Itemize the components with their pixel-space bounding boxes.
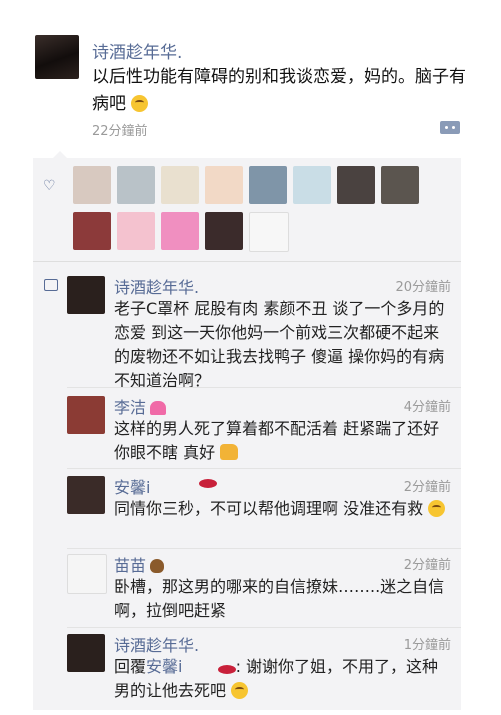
commenter-avatar[interactable] — [67, 634, 105, 672]
commenter-avatar[interactable] — [67, 276, 105, 314]
comment-item[interactable]: 李洁 4分鐘前 这样的男人死了算着都不配活着 赶紧踹了还好你眼不瞎 真好 — [33, 394, 461, 464]
lips-icon — [199, 479, 217, 488]
comment-time: 2分鐘前 — [403, 480, 451, 495]
smile-emoji-icon — [131, 95, 149, 112]
comment-item[interactable]: 苗苗 2分鐘前 卧槽，那这男的哪来的自信撩妹……..迷之自信啊，拉倒吧赶紧 — [33, 552, 461, 622]
interaction-panel: ♡ 诗酒趁年华. 20分鐘前 老子C罩杯 屁股有肉 素颜不丑 谈了一个多月的恋爱… — [33, 151, 461, 710]
liker-avatar[interactable] — [161, 166, 199, 204]
comment-divider — [67, 387, 461, 388]
author-avatar[interactable] — [35, 35, 79, 79]
commenter-name[interactable]: 苗苗 — [114, 552, 165, 576]
moment-post: 诗酒趁年华. 以后性功能有障碍的别和我谈恋爱，妈的。脑子有病吧 22分鐘前 — [0, 0, 501, 139]
comment-divider — [67, 468, 461, 469]
comment-text: 这样的男人死了算着都不配活着 赶紧踹了还好你眼不瞎 真好 — [114, 417, 454, 465]
comment-text: 回覆安馨i : 谢谢你了姐，不用了，这种男的让他去死吧 — [114, 655, 454, 703]
heart-outline-icon: ♡ — [43, 178, 56, 194]
liker-avatar[interactable] — [205, 212, 243, 250]
post-time: 22分鐘前 — [92, 124, 148, 139]
post-author-name[interactable]: 诗酒趁年华. — [92, 38, 182, 63]
comment-time: 20分鐘前 — [395, 280, 451, 295]
comment-text: 老子C罩杯 屁股有肉 素颜不丑 谈了一个多月的恋爱 到这一天你他妈一个前戏三次都… — [114, 299, 445, 390]
comment-text: 同情你三秒，不可以帮他调理啊 没准还有救 — [114, 497, 454, 521]
comment-text-content: 这样的男人死了算着都不配活着 赶紧踹了还好你眼不瞎 真好 — [114, 419, 440, 462]
liker-avatar[interactable] — [293, 166, 331, 204]
reply-prefix: 回覆 — [114, 657, 147, 676]
liker-avatar[interactable] — [205, 166, 243, 204]
smile-emoji-icon — [231, 682, 249, 699]
liker-avatar[interactable] — [337, 166, 375, 204]
commenter-name-text[interactable]: 安馨i — [114, 478, 150, 497]
comment-time: 4分鐘前 — [403, 400, 451, 415]
liker-avatar[interactable] — [117, 212, 155, 250]
comment-time: 1分鐘前 — [403, 638, 451, 653]
lips-icon — [217, 665, 236, 674]
comment-text-content: 同情你三秒，不可以帮他调理啊 没准还有救 — [114, 499, 424, 518]
thumbs-up-icon — [220, 444, 239, 460]
liker-avatar[interactable] — [249, 212, 289, 252]
comment-time: 2分鐘前 — [403, 558, 451, 573]
commenter-name[interactable]: 安馨i — [114, 474, 150, 498]
comment-text: 卧槽，那这男的哪来的自信撩妹……..迷之自信啊，拉倒吧赶紧 — [114, 577, 445, 620]
sweat-emoji-icon — [428, 500, 446, 517]
commenter-avatar[interactable] — [67, 476, 105, 514]
liker-avatar[interactable] — [73, 166, 111, 204]
liker-avatar[interactable] — [73, 212, 111, 250]
post-text-content: 以后性功能有障碍的别和我谈恋爱，妈的。脑子有病吧 — [92, 67, 466, 114]
comment-item[interactable]: 诗酒趁年华. 1分鐘前 回覆安馨i : 谢谢你了姐，不用了，这种男的让他去死吧 — [33, 632, 461, 707]
liker-avatar[interactable] — [161, 212, 199, 250]
reply-to-name[interactable]: 安馨i — [146, 657, 182, 676]
commenter-name-text[interactable]: 苗苗 — [114, 556, 146, 575]
post-text: 以后性功能有障碍的别和我谈恋爱，妈的。脑子有病吧 — [92, 64, 472, 118]
liker-avatar[interactable] — [117, 166, 155, 204]
liker-avatar[interactable] — [249, 166, 287, 204]
commenter-avatar[interactable] — [67, 554, 107, 594]
commenter-avatar[interactable] — [67, 396, 105, 434]
commenter-name[interactable]: 诗酒趁年华. — [114, 632, 199, 656]
comment-divider — [67, 548, 461, 549]
divider — [33, 261, 461, 262]
more-dots-icon[interactable] — [440, 121, 460, 134]
commenter-name-text[interactable]: 李洁 — [114, 398, 146, 417]
commenter-name[interactable]: 诗酒趁年华. — [114, 274, 199, 298]
comment-item[interactable]: 安馨i 2分鐘前 同情你三秒，不可以帮他调理啊 没准还有救 — [33, 474, 461, 544]
heart-icon — [150, 401, 167, 415]
comment-item[interactable]: 诗酒趁年华. 20分鐘前 老子C罩杯 屁股有肉 素颜不丑 谈了一个多月的恋爱 到… — [33, 274, 461, 390]
poo-icon — [150, 559, 165, 573]
liker-avatar[interactable] — [381, 166, 419, 204]
commenter-name[interactable]: 李洁 — [114, 394, 167, 418]
comment-divider — [67, 627, 461, 628]
